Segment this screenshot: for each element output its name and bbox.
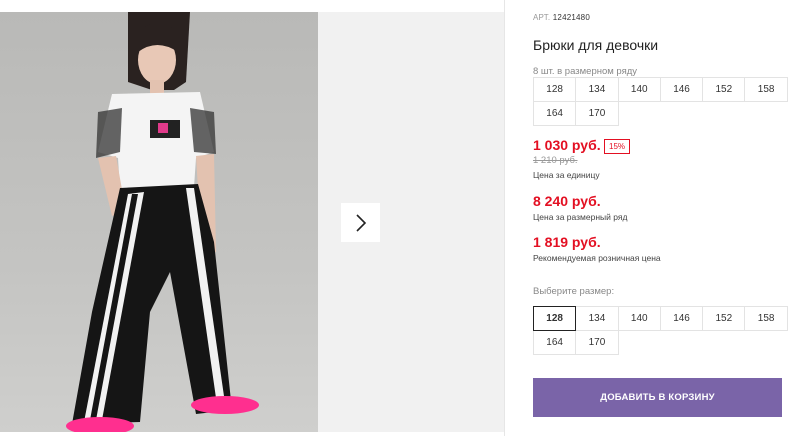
row-price-note: Цена за размерный ряд (533, 212, 628, 222)
product-title: Брюки для девочки (533, 37, 659, 53)
size-row-cell: 128 (533, 77, 577, 102)
size-row-cell: 146 (659, 77, 704, 102)
size-row-grid: 128 134 140 146 152 158 164 170 (533, 77, 788, 126)
next-image-button[interactable] (341, 203, 380, 242)
size-option-134[interactable]: 134 (575, 306, 619, 331)
old-price: 1 210 руб. (533, 155, 578, 166)
size-row-cell: 140 (617, 77, 661, 102)
retail-price-note: Рекомендуемая розничная цена (533, 253, 661, 263)
size-row-cell: 158 (744, 77, 788, 102)
add-to-cart-button[interactable]: ДОБАВИТЬ В КОРЗИНУ (533, 378, 782, 417)
row-price: 8 240 руб. (533, 193, 601, 209)
size-row-cell: 152 (702, 77, 746, 102)
sku-value: 12421480 (552, 13, 590, 22)
product-photo[interactable] (0, 12, 318, 432)
size-row-note: 8 шт. в размерном ряду (533, 66, 638, 77)
chevron-right-icon (355, 213, 366, 232)
unit-price-note: Цена за единицу (533, 170, 600, 180)
size-option-152[interactable]: 152 (702, 306, 746, 331)
discount-badge: 15% (604, 139, 631, 154)
retail-price: 1 819 руб. (533, 234, 601, 250)
size-row-cell: 164 (533, 101, 577, 126)
size-row-cell: 170 (575, 101, 619, 126)
size-selector: 128 134 140 146 152 158 164 170 (533, 306, 788, 355)
size-option-164[interactable]: 164 (533, 330, 577, 355)
size-option-146[interactable]: 146 (659, 306, 704, 331)
product-sku: АРТ. 12421480 (533, 13, 590, 22)
size-option-170[interactable]: 170 (575, 330, 619, 355)
size-row-cell: 134 (575, 77, 619, 102)
size-option-158[interactable]: 158 (744, 306, 788, 331)
unit-price: 1 030 руб. (533, 137, 601, 153)
size-option-140[interactable]: 140 (617, 306, 661, 331)
sku-label: АРТ. (533, 13, 551, 22)
size-select-label: Выберите размер: (533, 286, 615, 297)
size-option-128[interactable]: 128 (533, 306, 577, 331)
product-photo-illustration (66, 12, 259, 432)
